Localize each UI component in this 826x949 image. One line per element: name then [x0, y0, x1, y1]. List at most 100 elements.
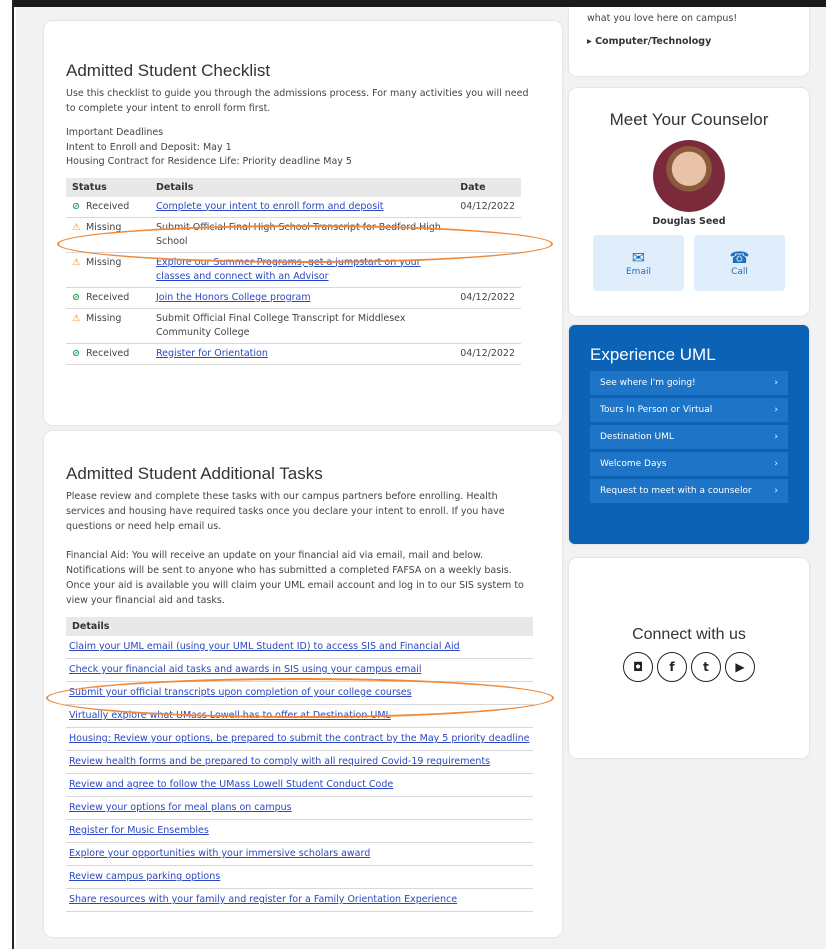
task-link[interactable]: Review your options for meal plans on ca…	[69, 802, 292, 813]
call-button[interactable]: ☎ Call	[694, 235, 785, 291]
status-cell: ⚠ Missing	[66, 217, 150, 253]
connect-title: Connect with us	[632, 626, 746, 643]
check-circle-icon: ⊘	[72, 347, 80, 359]
status-text: Received	[86, 200, 130, 212]
checklist-title: Admitted Student Checklist	[66, 61, 271, 80]
task-link[interactable]: Review and agree to follow the UMass Low…	[69, 779, 393, 790]
deadlines-heading: Important Deadlines	[66, 127, 164, 138]
envelope-icon: ✉	[631, 248, 646, 267]
table-row: ⊘ Received Complete your intent to enroll …	[66, 196, 521, 218]
experience-link-label: Tours In Person or Virtual	[600, 405, 713, 415]
contact-row: ✉ Email ☎ Call	[569, 235, 809, 291]
table-row: ⊘ Received Register for Orientation 04/12/2…	[66, 343, 521, 365]
task-link[interactable]: Register for Music Ensembles	[69, 825, 209, 836]
experience-link[interactable]: Welcome Days ›	[590, 452, 788, 476]
table-row: Virtually explore what UMass Lowell has …	[66, 704, 533, 728]
task-cell: Review health forms and be prepared to c…	[66, 750, 533, 774]
table-row: ⚠ Missing Submit Official Final College Tr…	[66, 308, 521, 344]
details-cell: Submit Official Final College Transcript…	[150, 308, 455, 344]
checklist-link[interactable]: Complete your intent to enroll form and …	[156, 201, 384, 212]
email-button[interactable]: ✉ Email	[593, 235, 684, 291]
chevron-right-icon: ›	[774, 459, 778, 469]
status-cell: ⊘ Received	[66, 287, 150, 309]
phone-icon: ☎	[729, 248, 750, 267]
task-link[interactable]: Housing: Review your options, be prepare…	[69, 733, 530, 744]
chevron-right-icon: ›	[774, 405, 778, 415]
table-row: Review and agree to follow the UMass Low…	[66, 773, 533, 797]
table-row: Housing: Review your options, be prepare…	[66, 727, 533, 751]
experience-link[interactable]: Request to meet with a counselor ›	[590, 479, 788, 503]
details-cell: Complete your intent to enroll form and …	[150, 196, 455, 218]
details-cell: Register for Orientation	[150, 343, 455, 365]
checklist-link[interactable]: Join the Honors College program	[156, 292, 311, 303]
deadlines: Important Deadlines Intent to Enroll and…	[66, 126, 538, 170]
col-status: Status	[66, 177, 150, 197]
table-row: Review your options for meal plans on ca…	[66, 796, 533, 820]
connect-card: Connect with us ◘ f t ▶	[569, 558, 809, 758]
date-cell: 04/12/2022	[454, 343, 521, 365]
interests-text: what you love here on campus!	[587, 13, 738, 24]
task-cell: Housing: Review your options, be prepare…	[66, 727, 533, 751]
tasks-table: Details Claim your UML email (using your…	[66, 617, 533, 912]
table-row: Review campus parking options	[66, 865, 533, 889]
experience-link-label: Request to meet with a counselor	[600, 486, 752, 496]
checklist-link[interactable]: Register for Orientation	[156, 348, 268, 359]
table-row: Review health forms and be prepared to c…	[66, 750, 533, 774]
status-text: Received	[86, 347, 130, 359]
date-cell	[454, 217, 521, 253]
experience-link-label: See where I'm going!	[600, 378, 696, 388]
email-label: Email	[626, 267, 651, 277]
task-link[interactable]: Share resources with your family and reg…	[69, 894, 457, 905]
table-row: Register for Music Ensembles	[66, 819, 533, 843]
checklist-card: Admitted Student Checklist Use this chec…	[44, 21, 562, 425]
experience-link-label: Destination UML	[600, 432, 674, 442]
experience-list: See where I'm going! › Tours In Person or …	[590, 371, 788, 503]
experience-link[interactable]: See where I'm going! ›	[590, 371, 788, 395]
table-row: Explore your opportunities with your imm…	[66, 842, 533, 866]
col-details: Details	[150, 177, 455, 197]
experience-link[interactable]: Tours In Person or Virtual ›	[590, 398, 788, 422]
youtube-icon[interactable]: ▶	[725, 652, 755, 682]
task-link[interactable]: Check your financial aid tasks and award…	[69, 664, 421, 675]
checklist-text: Submit Official Final High School Transc…	[156, 221, 441, 247]
status-text: Missing	[86, 221, 122, 233]
date-cell	[454, 252, 521, 288]
interest-item[interactable]: ▸ Computer/Technology	[587, 36, 791, 47]
task-link[interactable]: Review health forms and be prepared to c…	[69, 756, 490, 767]
col-details: Details	[66, 617, 533, 636]
avatar	[653, 140, 725, 212]
task-cell: Review and agree to follow the UMass Low…	[66, 773, 533, 797]
financial-aid-note: Financial Aid: You will receive an updat…	[66, 550, 524, 606]
task-link[interactable]: Review campus parking options	[69, 871, 220, 882]
counselor-title: Meet Your Counselor	[609, 110, 769, 129]
date-cell	[454, 308, 521, 344]
date-cell: 04/12/2022	[454, 196, 521, 218]
task-link[interactable]: Explore your opportunities with your imm…	[69, 848, 370, 859]
table-row: ⚠ Missing Explore our Summer Programs, get…	[66, 252, 521, 288]
task-link[interactable]: Submit your official transcripts upon co…	[69, 687, 412, 698]
experience-title: Experience UML	[590, 345, 716, 364]
counselor-name: Douglas Seed	[652, 216, 726, 227]
experience-link[interactable]: Destination UML ›	[590, 425, 788, 449]
status-text: Missing	[86, 256, 122, 268]
task-link[interactable]: Claim your UML email (using your UML Stu…	[69, 641, 460, 652]
task-cell: Register for Music Ensembles	[66, 819, 533, 843]
twitter-icon[interactable]: t	[691, 652, 721, 682]
checklist-link[interactable]: Explore our Summer Programs, get a jumps…	[156, 257, 421, 282]
details-cell: Submit Official Final High School Transc…	[150, 217, 455, 253]
status-cell: ⚠ Missing	[66, 308, 150, 344]
portal-page: Admitted Student Checklist Use this chec…	[16, 7, 826, 949]
counselor-card: Meet Your Counselor Douglas Seed ✉ Email…	[569, 88, 809, 316]
additional-tasks-card: Admitted Student Additional Tasks Please…	[44, 431, 562, 937]
experience-link-label: Welcome Days	[600, 459, 667, 469]
status-text: Received	[86, 291, 130, 303]
chevron-right-icon: ›	[774, 378, 778, 388]
task-cell: Submit your official transcripts upon co…	[66, 681, 533, 705]
facebook-icon[interactable]: f	[657, 652, 687, 682]
instagram-icon[interactable]: ◘	[623, 652, 653, 682]
call-label: Call	[731, 267, 748, 277]
warning-icon: ⚠	[72, 221, 81, 233]
task-link[interactable]: Virtually explore what UMass Lowell has …	[69, 710, 391, 721]
checklist-text: Submit Official Final College Transcript…	[156, 312, 406, 338]
task-cell: Check your financial aid tasks and award…	[66, 658, 533, 682]
